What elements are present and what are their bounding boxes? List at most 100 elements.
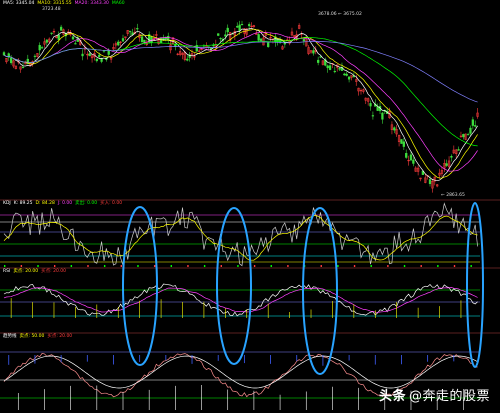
signal-marker [203,265,206,267]
signal-marker [170,265,172,267]
signal-marker [437,265,439,267]
candle-body [333,70,336,73]
candle-body [40,47,44,49]
signal-marker [37,265,39,267]
legend-entry: MA20: 3343.30 [74,1,109,6]
candle-body [369,103,372,107]
signal-marker [453,265,456,267]
signal-marker [137,265,139,267]
candle-body [376,106,379,111]
candle-body [381,112,384,120]
candle-body [445,163,448,166]
watermark-brand: 头条 [378,389,406,404]
candle-body [338,68,341,70]
candle-body [450,156,453,158]
signal-marker [187,265,189,267]
candle-body [74,43,77,45]
legend-entry: MA10: 3315.55 [37,1,72,6]
watermark-handle: @奔走的股票 [408,389,490,404]
candle-body [45,39,48,43]
candle-body [128,30,132,33]
candle-body [347,76,351,80]
signal-marker [387,265,389,267]
signal-marker [253,265,256,267]
signal-marker [53,265,56,267]
signal-marker [320,265,322,267]
candle-body [466,134,470,136]
candle-body [102,50,106,52]
candle-body [186,58,189,61]
signal-marker [20,265,23,267]
candle-body [412,159,415,164]
peak-price-label: 3678.06 ← 3675.02 [318,12,362,17]
candle-body [33,55,37,57]
main-legend: MA5: 3345.04 MA10: 3315.55 MA20: 3343.30 MA… [3,1,128,7]
candle-body [71,36,75,40]
candle-body [38,45,41,51]
candle-body [117,41,120,46]
signal-marker [237,265,239,267]
legend-entry: 买点: 20.00 [41,269,66,274]
candle-body [226,27,229,33]
candle-body [21,66,25,69]
candle-body [474,125,477,127]
legend-entry: KDJ [3,201,11,206]
candle-body [469,127,472,134]
signal-marker [220,265,222,267]
candle-body [50,32,53,34]
candle-body [136,28,139,30]
candle-body [219,37,222,40]
bottom-legend: 趋势线 卖点: 50.00 买点: 20.00 [3,334,75,340]
candle-body [471,119,475,126]
candle-body [328,65,332,70]
candle-body [81,53,84,57]
legend-entry: MA60 [111,1,125,6]
candle-body [302,39,306,42]
candle-body [259,38,263,41]
candle-body [143,39,146,43]
candle-body [59,26,63,31]
signal-marker [287,265,289,267]
candle-body [107,50,110,55]
candle-body [267,42,270,48]
candle-body [257,34,260,41]
signal-marker [420,265,422,267]
candle-body [400,139,403,144]
candle-body [462,134,465,138]
high-price-label: 3723.48 [42,7,61,12]
candle-body [343,73,346,76]
legend-entry: 买入: 0.00 [100,201,123,206]
signal-marker [120,265,123,267]
legend-entry: 趋势线 [3,334,17,339]
signal-marker [403,265,406,267]
candle-body [326,65,329,69]
legend-entry: RSI [3,269,11,274]
legend-entry: J: 0.00 [57,201,73,206]
candle-body [159,37,163,44]
signal-marker [153,265,156,267]
legend-entry: MA5: 3345.04 [3,1,35,6]
legend-entry: D: 84.28 [35,201,55,206]
signal-marker [370,265,372,267]
candle-body [317,59,320,63]
signal-marker [103,265,106,267]
candle-body [224,34,227,37]
candle-body [98,54,101,57]
legend-entry: 买点: 20.00 [47,334,73,339]
rsi-legend: RSI 卖点: 20.00 买点: 20.00 [3,269,69,275]
candle-body [409,154,413,161]
signal-marker [4,265,6,267]
signal-marker [470,265,472,267]
candle-body [402,141,405,147]
candle-body [121,38,125,42]
signal-marker [337,265,339,267]
candle-body [312,50,315,54]
legend-entry: 卖出: 0.00 [75,201,98,206]
candle-body [371,115,375,117]
legend-entry: K: 89.25 [13,201,33,206]
candle-body [140,36,144,43]
candle-body [247,24,251,27]
candle-body [2,52,6,56]
candle-body [95,58,98,62]
candle-body [238,24,241,32]
